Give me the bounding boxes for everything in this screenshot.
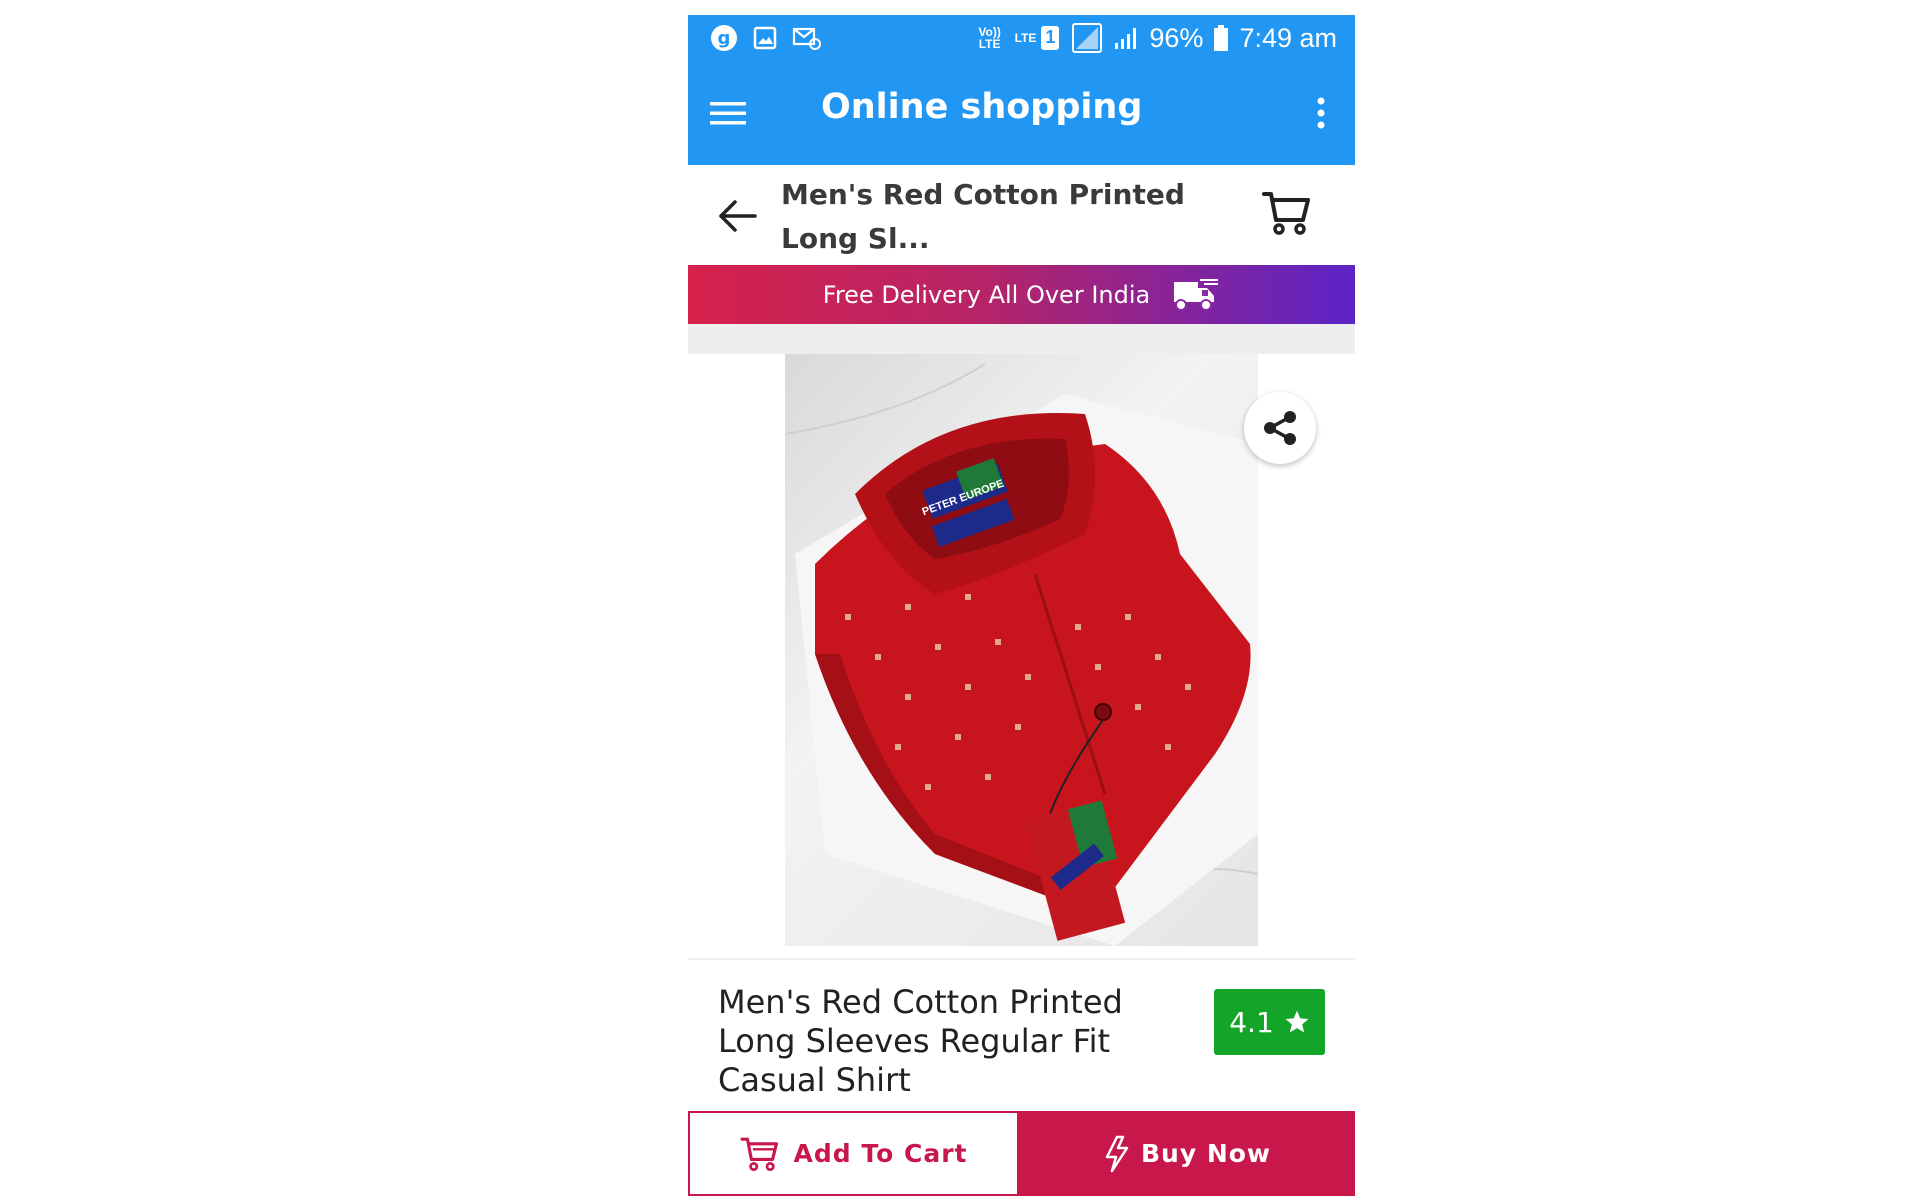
status-bar: g Vo)) LTE LTE 1 96% 7:49 am [688, 15, 1355, 61]
email-icon [792, 25, 822, 51]
buy-now-label: Buy Now [1140, 1139, 1272, 1168]
delivery-text: Free Delivery All Over India [822, 280, 1151, 309]
battery-icon [1213, 24, 1229, 52]
add-to-cart-label: Add To Cart [793, 1139, 968, 1168]
back-button[interactable] [716, 195, 758, 237]
delivery-truck-icon [1174, 278, 1219, 311]
battery-percent: 96% [1149, 22, 1204, 53]
share-icon [1264, 411, 1296, 445]
product-name: Men's Red Cotton Printed Long Sleeves Re… [718, 983, 1123, 1099]
lte-sim-indicator: LTE 1 [1015, 24, 1062, 52]
menu-icon [710, 102, 746, 125]
cart-icon [739, 1137, 778, 1171]
gray-strip [688, 324, 1355, 354]
app-title: Online shopping [821, 87, 1143, 127]
flash-icon [1105, 1135, 1129, 1172]
app-bar: Online shopping [688, 61, 1355, 165]
more-vert-icon [1317, 97, 1325, 129]
lte-label: LTE [1014, 31, 1037, 45]
product-image-area: PETER EUROPE [688, 354, 1355, 960]
rating-value: 4.1 [1229, 1005, 1274, 1039]
product-image[interactable]: PETER EUROPE [785, 354, 1258, 946]
share-button[interactable] [1244, 392, 1316, 464]
add-to-cart-button[interactable]: Add To Cart [688, 1111, 1019, 1196]
gallery-icon [752, 25, 778, 51]
sim-icon: 1 [1039, 24, 1061, 52]
notification-icons: g [710, 23, 822, 53]
product-heading: Men's Red Cotton Printed Long Sl... [781, 178, 1185, 255]
divider [688, 958, 1355, 960]
volte-label: Vo)) LTE [978, 25, 1001, 51]
g-app-icon: g [710, 24, 738, 52]
svg-text:g: g [718, 28, 731, 49]
system-icons: Vo)) LTE LTE 1 96% 7:49 am [975, 21, 1337, 55]
phone-screen: g Vo)) LTE LTE 1 96% 7:49 am Online shop… [688, 15, 1355, 1200]
star-icon [1285, 1010, 1309, 1033]
signal-icon [1113, 25, 1139, 51]
bottom-action-bar: Add To Cart Buy Now [688, 1111, 1355, 1200]
signal-empty-icon [1071, 22, 1103, 54]
cart-button[interactable] [1261, 187, 1313, 239]
product-header: Men's Red Cotton Printed Long Sl... [688, 165, 1355, 265]
cart-icon [1262, 192, 1310, 235]
more-options-button[interactable] [1309, 91, 1333, 135]
buy-now-button[interactable]: Buy Now [1019, 1111, 1355, 1196]
clock: 7:49 am [1239, 22, 1337, 53]
arrow-back-icon [719, 200, 757, 232]
rating-badge: 4.1 [1214, 989, 1325, 1055]
menu-button[interactable] [706, 91, 750, 135]
sim-number: 1 [1045, 27, 1056, 47]
delivery-banner: Free Delivery All Over India [688, 265, 1355, 324]
